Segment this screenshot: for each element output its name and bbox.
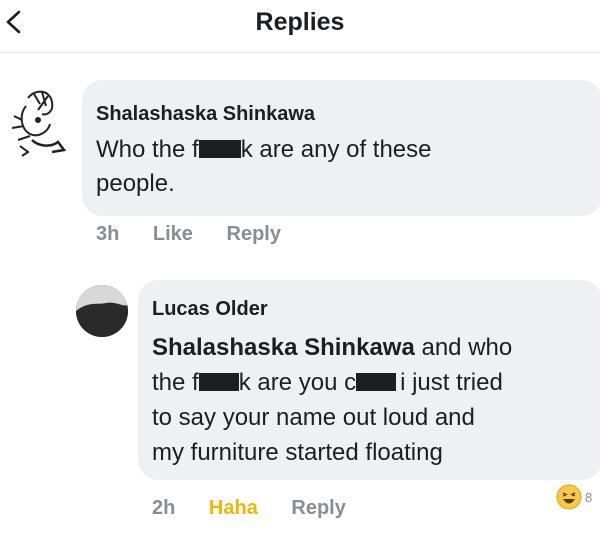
reply-text: Shalashaska Shinkawa and who the f k are … bbox=[152, 330, 592, 470]
reply-button[interactable]: Reply bbox=[227, 223, 281, 245]
reply-text-part: k are you c bbox=[238, 369, 357, 396]
like-button[interactable]: Like bbox=[153, 223, 193, 245]
comment-text: Who the f k are any of these people. bbox=[96, 133, 576, 201]
comment-time: 3h bbox=[96, 223, 120, 245]
avatar[interactable] bbox=[76, 285, 128, 337]
page-title: Replies bbox=[255, 8, 345, 36]
reaction-summary[interactable]: 8 bbox=[556, 484, 592, 510]
reaction-count: 8 bbox=[585, 489, 593, 505]
sketch-avatar-icon bbox=[11, 90, 67, 157]
haha-emoji-icon bbox=[556, 484, 582, 510]
reply-text-part: the f bbox=[152, 369, 199, 396]
comment-text-part: k are any of these bbox=[240, 136, 432, 163]
comment-text-part: Who the f bbox=[96, 136, 199, 163]
reply-text-part: my furniture started floating bbox=[152, 439, 443, 466]
reply-actions: 2h Haha Reply bbox=[152, 497, 374, 520]
censor-block bbox=[198, 373, 239, 391]
header: Replies bbox=[0, 0, 600, 53]
comment-actions: 3h Like Reply bbox=[96, 223, 309, 246]
haha-reaction-button[interactable]: Haha bbox=[209, 497, 258, 519]
reply-author[interactable]: Lucas Older bbox=[152, 298, 268, 321]
landscape-avatar-icon bbox=[76, 285, 128, 337]
reply-text-part: i just tried bbox=[400, 369, 503, 396]
reply-button[interactable]: Reply bbox=[291, 497, 345, 519]
censor-block bbox=[356, 373, 397, 391]
avatar[interactable] bbox=[8, 86, 68, 158]
reply-text-part: and who bbox=[414, 334, 513, 361]
mention-link[interactable]: Shalashaska Shinkawa bbox=[152, 334, 415, 361]
comment-author[interactable]: Shalashaska Shinkawa bbox=[96, 103, 315, 126]
reply-time: 2h bbox=[152, 497, 176, 519]
censor-block bbox=[198, 140, 241, 158]
reply-text-part: to say your name out loud and bbox=[152, 404, 475, 431]
comment-text-part: people. bbox=[96, 170, 175, 197]
